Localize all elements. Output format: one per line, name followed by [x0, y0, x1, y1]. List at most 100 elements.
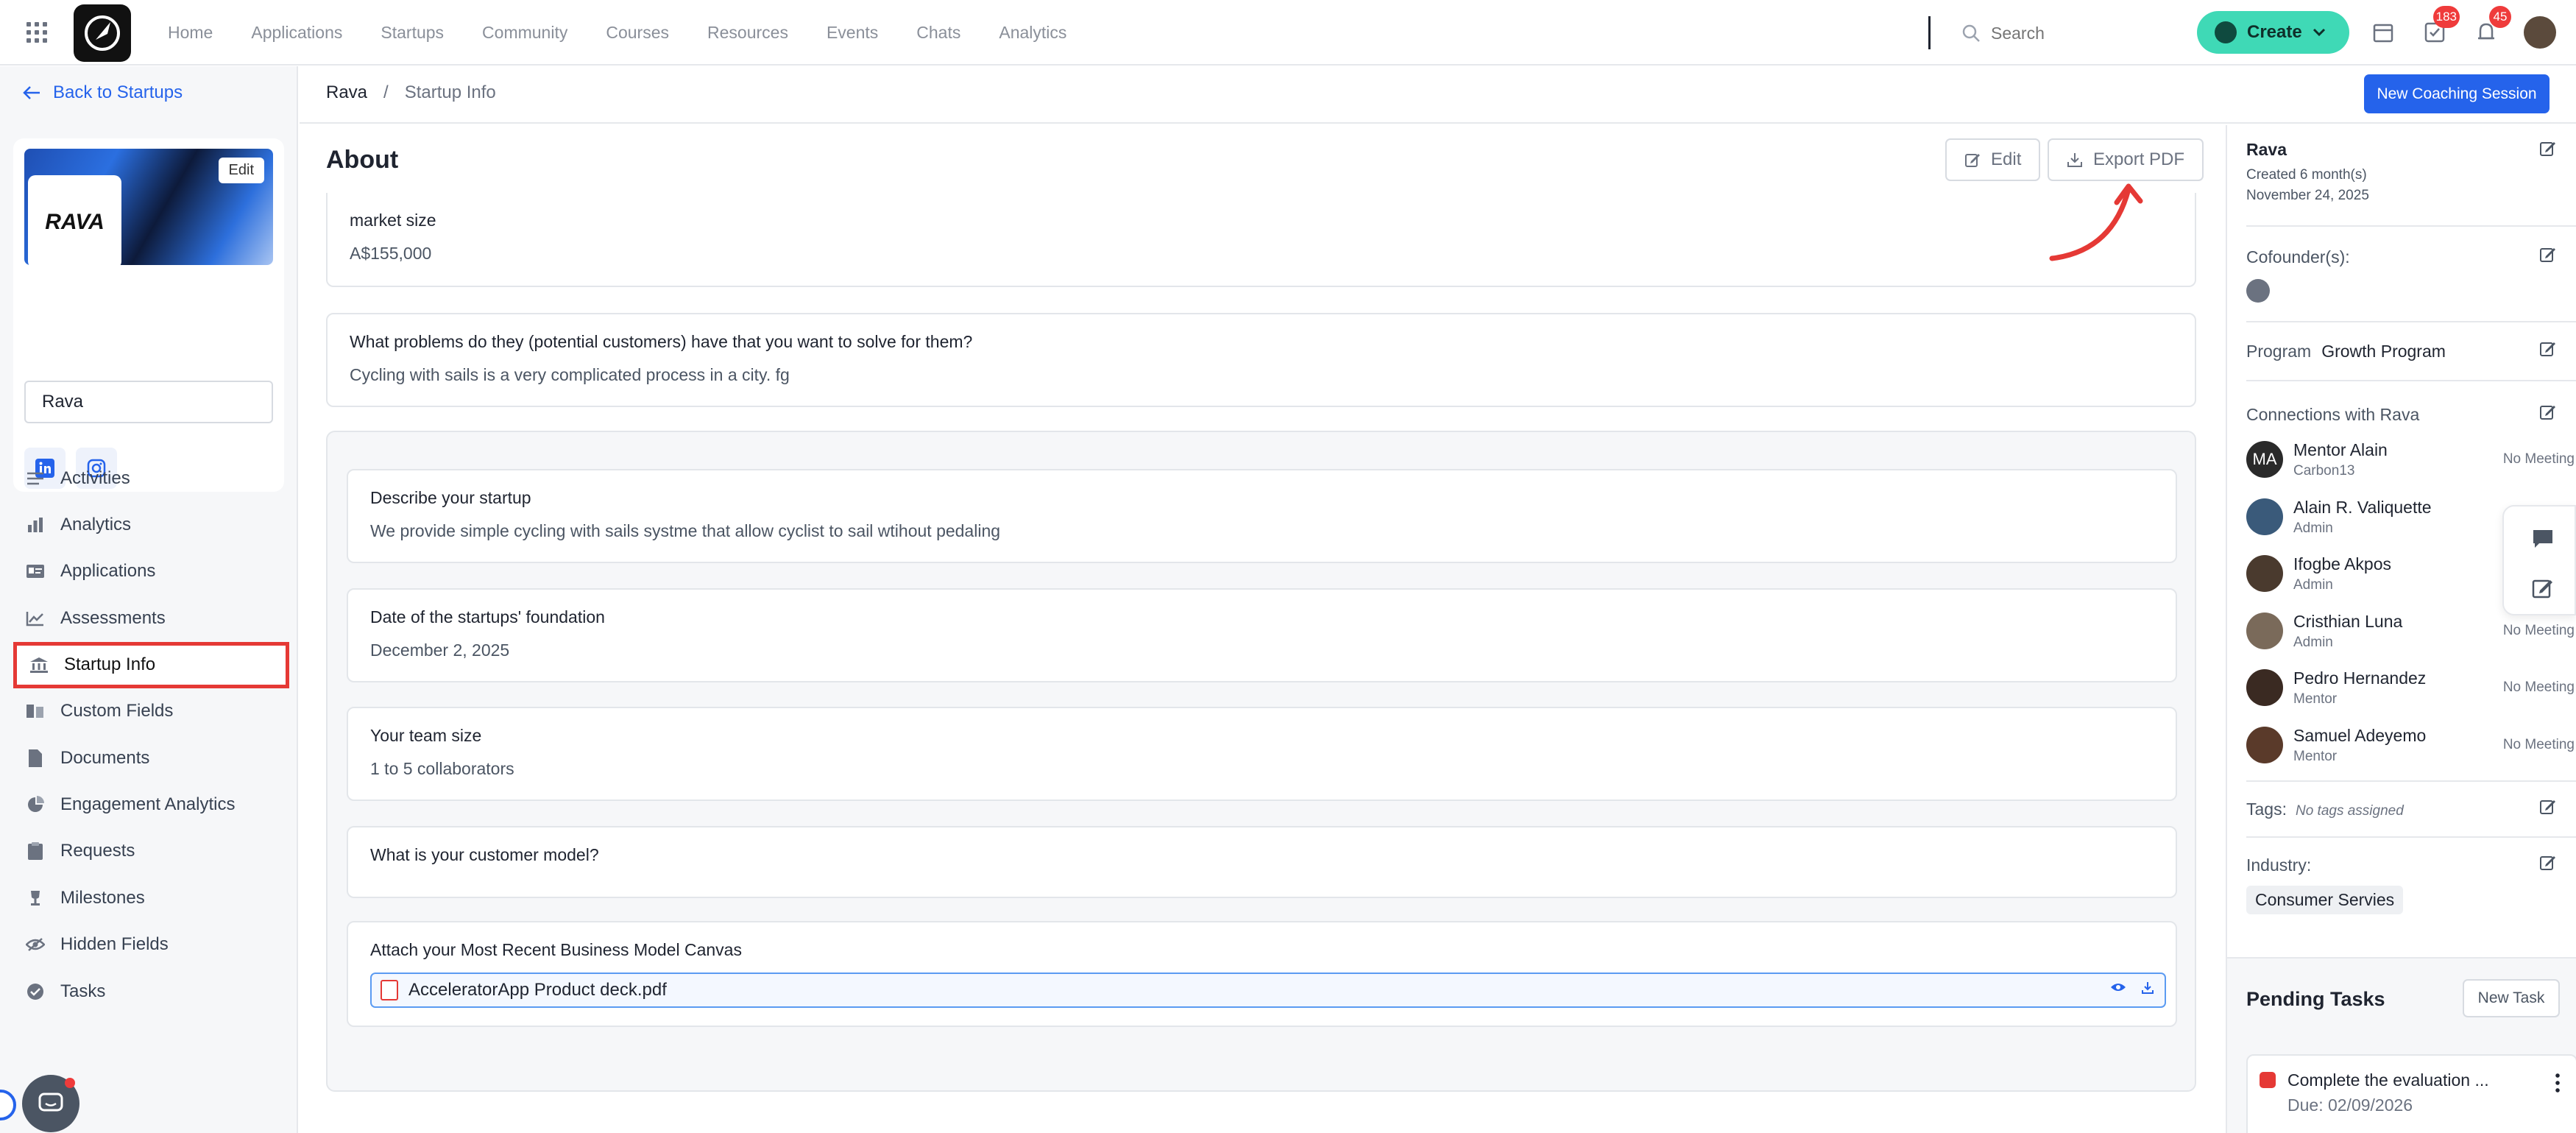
- nav-chats[interactable]: Chats: [916, 23, 960, 43]
- menu-engagement-analytics[interactable]: Engagement Analytics: [0, 781, 298, 827]
- annotation-arrow: [2049, 183, 2143, 261]
- field-answer: December 2, 2025: [370, 640, 510, 660]
- back-label: Back to Startups: [53, 82, 183, 102]
- field-business-model-canvas: Attach your Most Recent Business Model C…: [347, 921, 2177, 1027]
- field-question: market size: [350, 211, 436, 230]
- field-answer: 1 to 5 collaborators: [370, 759, 514, 778]
- field-customer-model: What is your customer model?: [347, 826, 2177, 898]
- menu-hidden-fields[interactable]: Hidden Fields: [0, 922, 298, 968]
- edit-icon[interactable]: [2539, 140, 2557, 158]
- edit-icon[interactable]: [2539, 340, 2557, 358]
- left-sidebar: Back to Startups Edit RAVA Activities An…: [0, 66, 298, 1133]
- edit-label: Edit: [1991, 149, 2022, 169]
- comment-icon[interactable]: [2532, 529, 2554, 549]
- menu-label: Engagement Analytics: [60, 794, 236, 815]
- field-question: Attach your Most Recent Business Model C…: [370, 940, 742, 959]
- connections-label: Connections with Rava: [2246, 405, 2420, 424]
- breadcrumb-separator: /: [383, 82, 389, 102]
- nav-startups[interactable]: Startups: [381, 23, 444, 43]
- connection-role: Carbon13: [2293, 462, 2355, 479]
- menu-startup-info[interactable]: Startup Info: [13, 641, 289, 688]
- tasks-badge: 183: [2432, 6, 2460, 28]
- connection-name: Cristhian Luna: [2293, 611, 2403, 631]
- task-card[interactable]: Complete the evaluation ... Due: 02/09/2…: [2246, 1054, 2576, 1133]
- attached-file[interactable]: AcceleratorApp Product deck.pdf: [370, 973, 2166, 1008]
- menu-milestones[interactable]: Milestones: [0, 875, 298, 921]
- pie-chart-icon: [25, 794, 46, 815]
- program-value: Growth Program: [2321, 342, 2446, 361]
- unread-dot: [65, 1078, 75, 1088]
- edit-icon[interactable]: [2539, 403, 2557, 421]
- connection-role: Admin: [2293, 576, 2333, 593]
- breadcrumb-bar: Rava / Startup Info: [300, 66, 2576, 124]
- export-pdf-button[interactable]: Export PDF: [2048, 138, 2204, 181]
- menu-label: Documents: [60, 747, 150, 768]
- nav-events[interactable]: Events: [827, 23, 878, 43]
- edit-icon[interactable]: [2539, 854, 2557, 872]
- startup-name-field[interactable]: [24, 381, 273, 423]
- menu-requests[interactable]: Requests: [0, 828, 298, 875]
- connection-row[interactable]: Pedro Hernandez Mentor No Meeting: [2246, 666, 2576, 709]
- meeting-status: No Meeting: [2502, 451, 2575, 467]
- document-icon: [25, 748, 46, 769]
- new-coaching-session-button[interactable]: New Coaching Session: [2364, 74, 2550, 113]
- nav-home[interactable]: Home: [168, 23, 213, 43]
- nav-community[interactable]: Community: [482, 23, 567, 43]
- nav-divider: [1928, 16, 1931, 49]
- nav-applications[interactable]: Applications: [251, 23, 342, 43]
- calendar-icon[interactable]: [2370, 19, 2396, 46]
- cofounder-avatar[interactable]: [2246, 279, 2270, 303]
- edit-note-icon[interactable]: [2532, 577, 2554, 599]
- help-ring-icon[interactable]: [0, 1090, 16, 1120]
- chat-launcher-button[interactable]: [22, 1075, 79, 1132]
- clipboard-icon: [25, 841, 46, 861]
- menu-label: Tasks: [60, 981, 106, 1001]
- create-button[interactable]: Create: [2197, 11, 2349, 54]
- new-task-button[interactable]: New Task: [2463, 979, 2560, 1017]
- eye-icon[interactable]: [2110, 981, 2126, 993]
- edit-button[interactable]: Edit: [1945, 138, 2041, 181]
- nav-analytics[interactable]: Analytics: [999, 23, 1066, 43]
- menu-applications[interactable]: Applications: [0, 548, 298, 595]
- menu-tasks[interactable]: Tasks: [0, 968, 298, 1014]
- startup-summary: Rava Created 6 month(s) November 24, 202…: [2246, 140, 2576, 227]
- user-avatar[interactable]: [2524, 16, 2556, 49]
- startup-menu: Activities Analytics Applications Assess…: [0, 455, 298, 1014]
- bell-icon[interactable]: 45: [2473, 6, 2511, 46]
- apps-grid-icon[interactable]: [26, 22, 47, 43]
- search-input[interactable]: [1991, 23, 2153, 43]
- back-to-startups-link[interactable]: Back to Startups: [22, 82, 183, 103]
- industry-section: Industry: Consumer Servies: [2246, 838, 2576, 933]
- nav-courses[interactable]: Courses: [606, 23, 669, 43]
- menu-documents[interactable]: Documents: [0, 735, 298, 781]
- connection-name: Samuel Adeyemo: [2293, 725, 2427, 745]
- more-vertical-icon[interactable]: [2555, 1072, 2560, 1093]
- edit-icon[interactable]: [2539, 246, 2557, 264]
- breadcrumb-root[interactable]: Rava: [326, 82, 367, 103]
- download-icon[interactable]: [2141, 981, 2154, 995]
- connection-name: Mentor Alain: [2293, 440, 2388, 459]
- tasks-icon[interactable]: 183: [2421, 6, 2460, 46]
- custom-fields-icon: [25, 701, 46, 721]
- connection-row[interactable]: Cristhian Luna Admin No Meeting: [2246, 610, 2576, 652]
- trophy-icon: [25, 888, 46, 908]
- edit-icon[interactable]: [2539, 798, 2557, 816]
- search-box: [1961, 21, 2153, 46]
- connection-row[interactable]: MA Mentor Alain Carbon13 No Meeting: [2246, 438, 2576, 481]
- connection-row[interactable]: Samuel Adeyemo Mentor No Meeting: [2246, 724, 2576, 766]
- connection-name: Pedro Hernandez: [2293, 668, 2427, 688]
- cover-edit-button[interactable]: Edit: [218, 158, 264, 183]
- menu-custom-fields[interactable]: Custom Fields: [0, 688, 298, 735]
- field-team-size: Your team size 1 to 5 collaborators: [347, 707, 2177, 801]
- menu-assessments[interactable]: Assessments: [0, 595, 298, 641]
- field-question: Date of the startups' foundation: [370, 607, 605, 626]
- avatar: [2246, 613, 2283, 649]
- menu-analytics[interactable]: Analytics: [0, 501, 298, 548]
- connection-role: Mentor: [2293, 691, 2338, 707]
- startup-logo: RAVA: [28, 175, 121, 269]
- menu-activities[interactable]: Activities: [0, 455, 298, 501]
- bar-chart-icon: [25, 515, 46, 535]
- avatar: MA: [2246, 441, 2283, 478]
- app-logo[interactable]: [74, 4, 131, 62]
- nav-resources[interactable]: Resources: [707, 23, 788, 43]
